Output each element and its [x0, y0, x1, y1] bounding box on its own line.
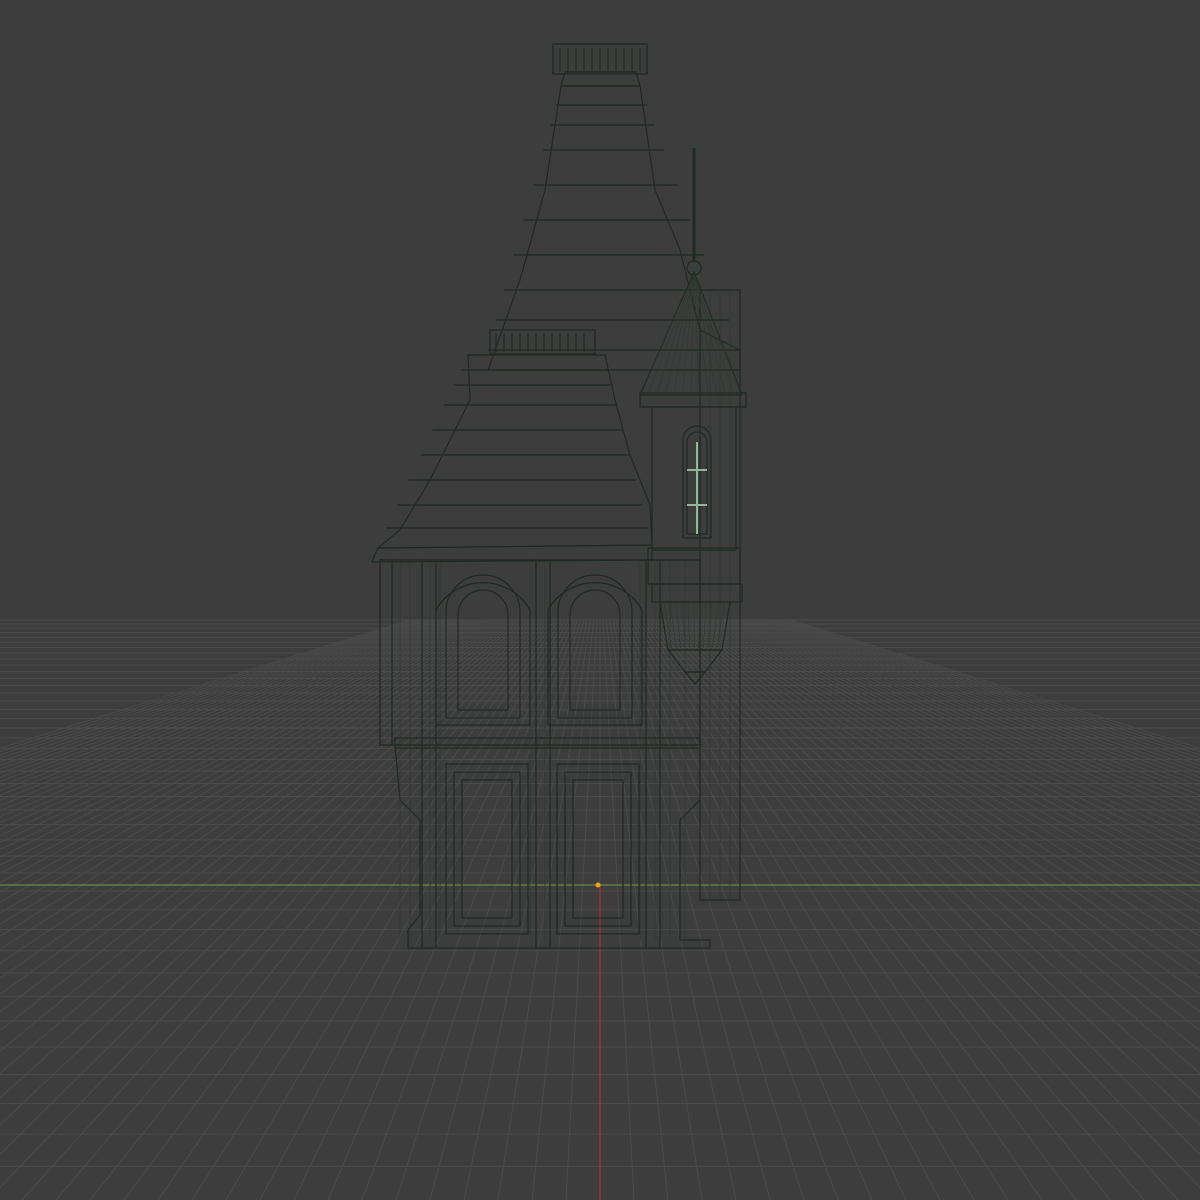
main-roof	[487, 43, 741, 371]
front-roof	[371, 329, 653, 563]
front-facade	[379, 559, 711, 949]
house-model[interactable]	[371, 43, 747, 949]
upper-window-left	[435, 574, 531, 726]
lower-window-left	[445, 763, 529, 935]
origin-marker	[595, 882, 601, 888]
3d-viewport[interactable]	[0, 0, 1200, 1200]
